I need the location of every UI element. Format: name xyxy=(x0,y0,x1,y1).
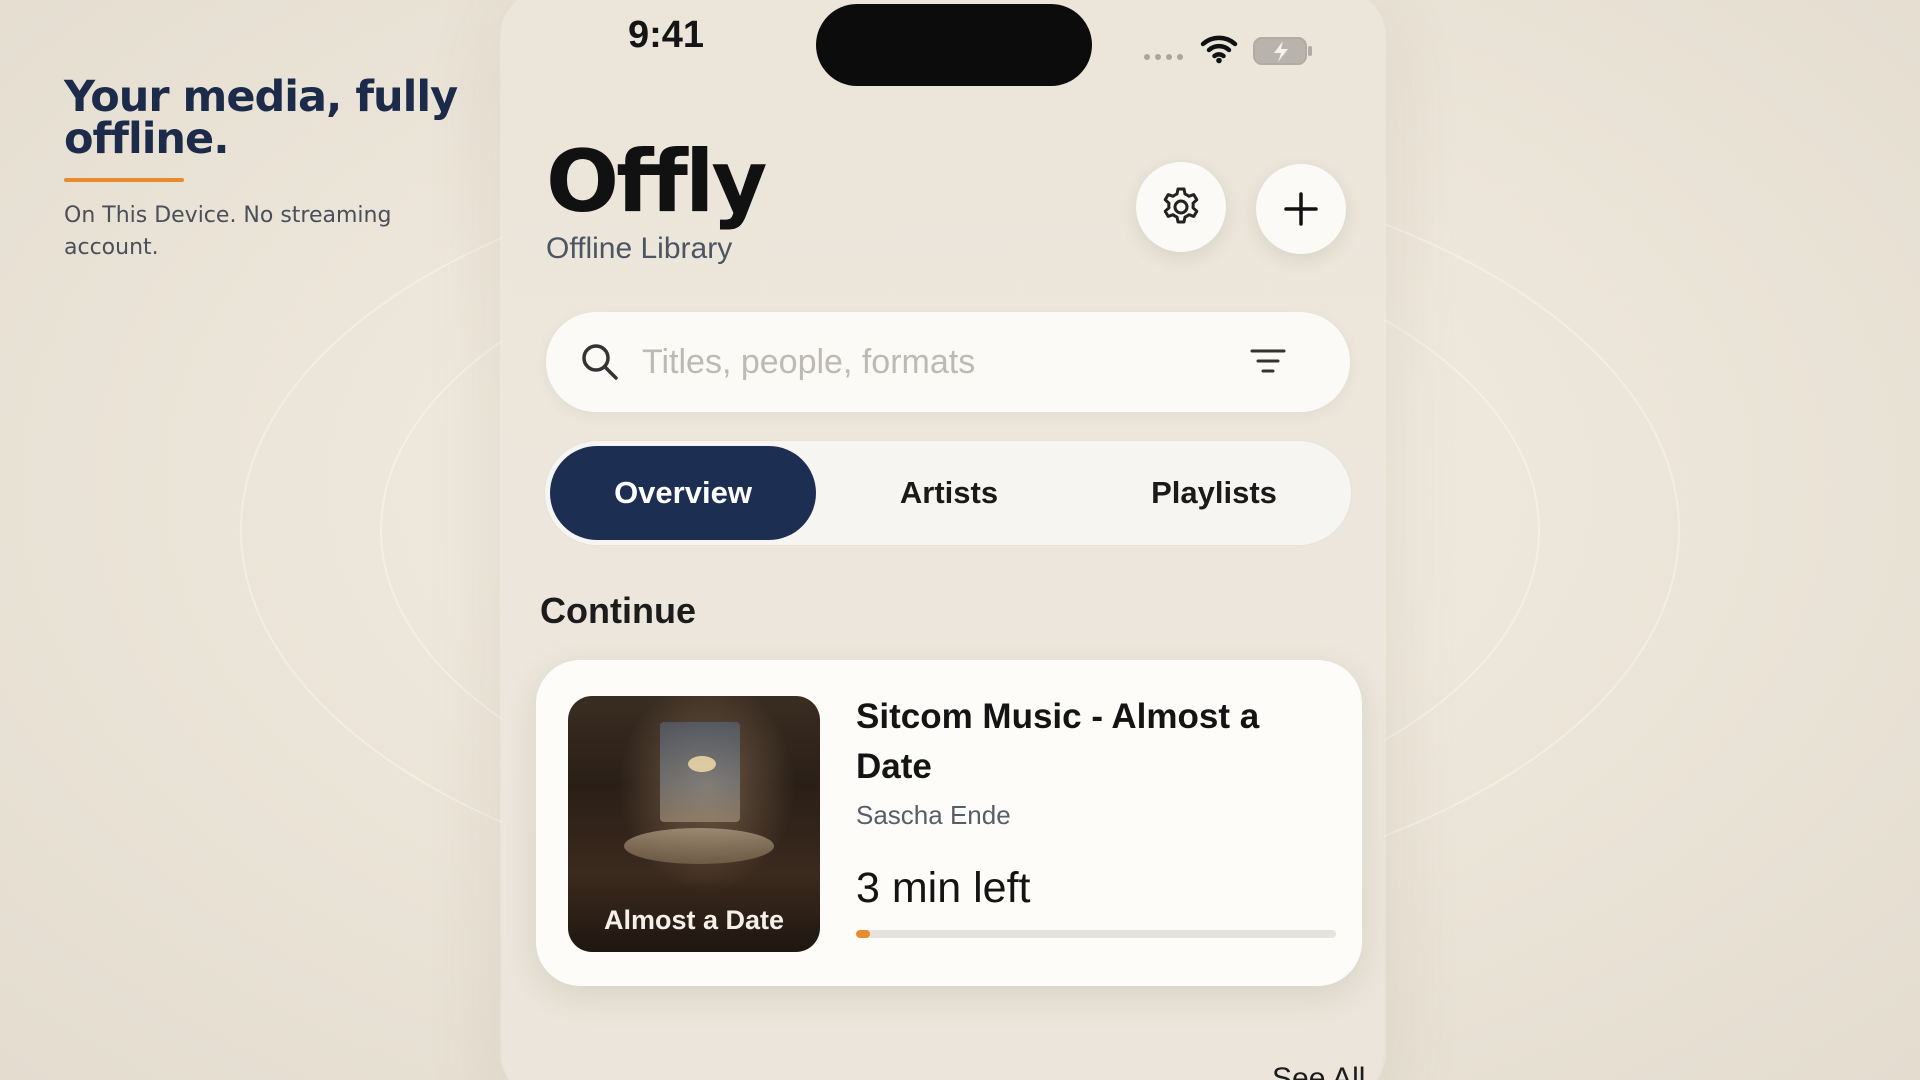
gear-icon xyxy=(1163,187,1199,224)
search-input[interactable] xyxy=(642,336,1202,388)
promo-title: Your media, fully offline. xyxy=(64,72,458,164)
artwork-lamp-shape xyxy=(688,756,716,772)
wifi-icon xyxy=(1200,35,1238,64)
section-title-continue: Continue xyxy=(540,590,696,631)
battery-charging-icon xyxy=(1253,37,1312,65)
playback-progress-fill xyxy=(856,930,871,938)
app-title: Offly xyxy=(546,132,767,232)
track-artist: Sascha Ende xyxy=(856,800,1011,830)
app-subtitle: Offline Library xyxy=(546,232,733,265)
promo-divider xyxy=(64,178,184,182)
tab-playlists[interactable]: Playlists xyxy=(1082,446,1346,540)
artwork-window-shape xyxy=(660,722,740,822)
album-artwork: Almost a Date xyxy=(568,696,820,952)
plus-icon xyxy=(1284,192,1318,226)
playback-progress-bar xyxy=(856,930,1336,938)
promo-subtitle: On This Device. No streaming account. xyxy=(64,203,392,260)
search-bar xyxy=(546,312,1350,412)
continue-card[interactable]: Almost a Date Sitcom Music - Almost a Da… xyxy=(536,660,1362,986)
artwork-table-shape xyxy=(624,828,774,864)
dynamic-island xyxy=(816,4,1092,86)
artwork-caption: Almost a Date xyxy=(603,905,785,935)
status-time: 9:41 xyxy=(628,14,705,56)
tab-artists[interactable]: Artists xyxy=(816,446,1082,540)
search-icon xyxy=(582,344,618,380)
add-button[interactable] xyxy=(1256,164,1346,254)
see-all-link[interactable]: See All xyxy=(1272,1062,1365,1080)
track-title: Sitcom Music - Almost a Date xyxy=(856,697,1260,786)
time-left-label: 3 min left xyxy=(856,864,1031,912)
settings-button[interactable] xyxy=(1136,162,1226,252)
tab-overview[interactable]: Overview xyxy=(550,446,816,540)
tab-bar: Overview Artists Playlists xyxy=(544,440,1352,546)
signal-dots-icon xyxy=(1144,54,1183,60)
promo-panel: Your media, fully offline. On This Devic… xyxy=(64,76,464,264)
filter-lines-icon[interactable] xyxy=(1250,346,1286,376)
